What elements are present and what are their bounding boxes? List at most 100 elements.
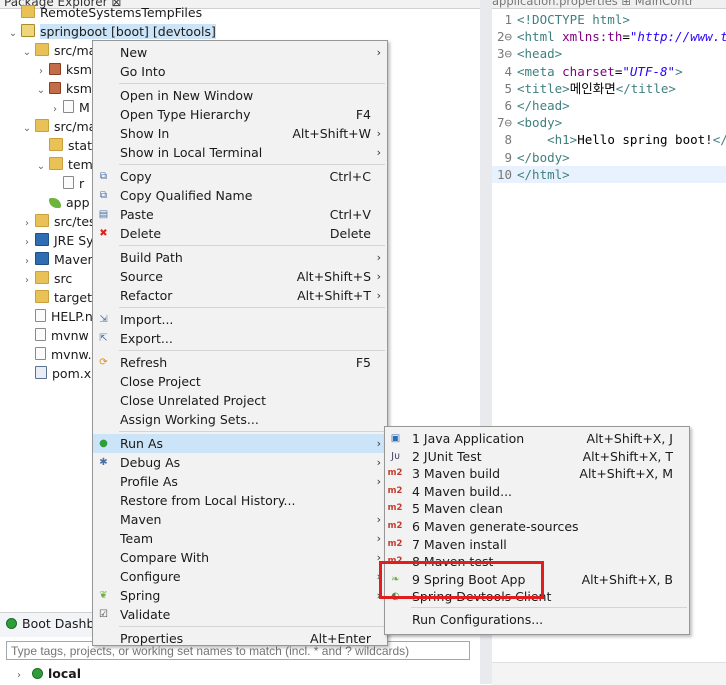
menu-item-export[interactable]: ⇱ Export...: [93, 329, 387, 348]
boot-local-node[interactable]: › local: [14, 666, 81, 681]
menu-item-copy-qualified-name[interactable]: ⧉ Copy Qualified Name: [93, 186, 387, 205]
menu-item-1-java-application[interactable]: ▣ 1 Java Application Alt+Shift+X, J: [385, 429, 689, 448]
menu-item-compare-with[interactable]: Compare With ›: [93, 548, 387, 567]
menu-item-profile-as[interactable]: Profile As ›: [93, 472, 387, 491]
menu-item-show-in-local-terminal[interactable]: Show in Local Terminal ›: [93, 143, 387, 162]
paste-icon: ▤: [98, 209, 109, 220]
menu-item-restore-from-local-history[interactable]: Restore from Local History...: [93, 491, 387, 510]
line-number: 10: [496, 166, 512, 182]
chevron-down-icon[interactable]: ⌄: [22, 43, 32, 62]
tree-item[interactable]: ⌄ ksm: [36, 79, 92, 98]
code-line[interactable]: 8 <h1>Hello spring boot!</h: [492, 131, 726, 148]
menu-item-3-maven-build[interactable]: m2 3 Maven build Alt+Shift+X, M: [385, 464, 689, 483]
tree-item[interactable]: mvnw: [22, 326, 89, 345]
tree-item-label: JRE Sy: [54, 233, 94, 248]
menu-item-properties[interactable]: Properties Alt+Enter: [93, 629, 387, 648]
menu-item-open-in-new-window[interactable]: Open in New Window: [93, 86, 387, 105]
tree-item[interactable]: ⌄ src/ma: [22, 41, 96, 60]
code-line[interactable]: 10 </html>: [492, 165, 726, 183]
menu-item-go-into[interactable]: Go Into: [93, 62, 387, 81]
tree-item[interactable]: › src: [22, 269, 72, 288]
menu-item-run-configurations[interactable]: Run Configurations...: [385, 610, 689, 629]
tree-item[interactable]: › ksm: [36, 60, 92, 79]
chevron-down-icon[interactable]: ⌄: [36, 81, 46, 100]
editor-tabs[interactable]: application.properties ⊞ MainContr: [492, 0, 726, 9]
code-line[interactable]: 4 <meta charset="UTF-8">: [492, 63, 726, 80]
menu-item-debug-as[interactable]: ✱ Debug As ›: [93, 453, 387, 472]
tree-item[interactable]: › M: [50, 98, 90, 117]
tree-item[interactable]: ⌄ tem: [36, 155, 93, 174]
line-number: 3⊖: [496, 46, 512, 62]
folder-icon: [21, 5, 35, 18]
menu-item-label: 3 Maven build: [412, 466, 501, 482]
menu-item-4-maven-build[interactable]: m2 4 Maven build...: [385, 482, 689, 501]
menu-item-assign-working-sets[interactable]: Assign Working Sets...: [93, 410, 387, 429]
tree-item[interactable]: HELP.n: [22, 307, 93, 326]
submenu-arrow-icon: ›: [376, 437, 381, 450]
spring-file-icon: [49, 198, 61, 208]
menu-item-copy[interactable]: ⧉ Copy Ctrl+C: [93, 167, 387, 186]
menu-item-6-maven-generate-sources[interactable]: m2 6 Maven generate-sources: [385, 517, 689, 536]
menu-item-label: Close Project: [120, 374, 201, 389]
code-line[interactable]: 6 </head>: [492, 97, 726, 114]
menu-item-build-path[interactable]: Build Path ›: [93, 248, 387, 267]
menu-item-team[interactable]: Team ›: [93, 529, 387, 548]
menu-item-maven[interactable]: Maven ›: [93, 510, 387, 529]
menu-item-source[interactable]: Source Alt+Shift+S ›: [93, 267, 387, 286]
tree-item[interactable]: r: [50, 174, 84, 193]
menu-item-close-project[interactable]: Close Project: [93, 372, 387, 391]
boot-dashboard-title[interactable]: Boot Dashbo: [6, 616, 102, 631]
tree-item[interactable]: › src/test: [22, 212, 100, 231]
menu-item-import[interactable]: ⇲ Import...: [93, 310, 387, 329]
submenu-arrow-icon: ›: [376, 251, 381, 264]
code-line[interactable]: 1 <!DOCTYPE html>: [492, 11, 726, 28]
menu-item-close-unrelated-project[interactable]: Close Unrelated Project: [93, 391, 387, 410]
tree-item[interactable]: target: [22, 288, 92, 307]
run-icon: ●: [99, 438, 108, 449]
menu-item-configure[interactable]: Configure ›: [93, 567, 387, 586]
chevron-right-icon[interactable]: ›: [14, 670, 24, 681]
menu-item-delete[interactable]: ✖ Delete Delete: [93, 224, 387, 243]
tree-item[interactable]: ⌄ springboot [boot] [devtools]: [8, 22, 216, 41]
menu-item-refactor[interactable]: Refactor Alt+Shift+T ›: [93, 286, 387, 305]
menu-item-run-as[interactable]: ● Run As ›: [93, 434, 387, 453]
code-token: <!DOCTYPE html>: [517, 12, 630, 27]
chevron-down-icon[interactable]: ⌄: [36, 157, 46, 176]
editor-scrollbar[interactable]: [492, 662, 726, 685]
code-line[interactable]: 3⊖ <head>: [492, 45, 726, 62]
tree-item-label: M: [79, 100, 90, 115]
tree-item[interactable]: app: [36, 193, 90, 212]
code-line[interactable]: 9 </body>: [492, 149, 726, 166]
menu-item-show-in[interactable]: Show In Alt+Shift+W ›: [93, 124, 387, 143]
menu-item-validate[interactable]: ☑ Validate: [93, 605, 387, 624]
code-line[interactable]: 7⊖ <body>: [492, 114, 726, 131]
menu-item-label: Source: [120, 269, 163, 284]
tree-item[interactable]: › Maven: [22, 250, 95, 269]
code-line[interactable]: 2⊖ <html xmlns:th="http://www.th: [492, 28, 726, 45]
menu-separator: [119, 431, 385, 432]
tree-item[interactable]: pom.xr: [22, 364, 96, 383]
tree-item[interactable]: › JRE Sy: [22, 231, 94, 250]
menu-item-5-maven-clean[interactable]: m2 5 Maven clean: [385, 499, 689, 518]
menu-item-paste[interactable]: ▤ Paste Ctrl+V: [93, 205, 387, 224]
library-icon: [35, 233, 49, 246]
menu-item-label: Debug As: [120, 455, 181, 470]
menu-item-label: Properties: [120, 631, 184, 646]
menu-item-open-type-hierarchy[interactable]: Open Type Hierarchy F4: [93, 105, 387, 124]
menu-item-label: 5 Maven clean: [412, 501, 503, 517]
code-line[interactable]: 5 <title>메인화면</title>: [492, 80, 726, 97]
menu-item-refresh[interactable]: ⟳ Refresh F5: [93, 353, 387, 372]
chevron-down-icon[interactable]: ⌄: [22, 119, 32, 138]
maven-pom-icon: [35, 366, 47, 379]
menu-item-new[interactable]: New ›: [93, 43, 387, 62]
tree-item[interactable]: RemoteSystemsTempFiles: [8, 3, 202, 22]
chevron-down-icon[interactable]: ⌄: [8, 24, 18, 43]
tree-item[interactable]: stat: [36, 136, 92, 155]
tree-item[interactable]: mvnw.: [22, 345, 92, 364]
menu-item-spring[interactable]: ❦ Spring ›: [93, 586, 387, 605]
menu-item-7-maven-install[interactable]: m2 7 Maven install: [385, 535, 689, 554]
menu-item-label: Show in Local Terminal: [120, 145, 263, 160]
code-token: 메인화면: [569, 80, 616, 96]
tree-item[interactable]: ⌄ src/ma: [22, 117, 96, 136]
menu-item-2-junit-test[interactable]: Jᴜ 2 JUnit Test Alt+Shift+X, T: [385, 447, 689, 466]
